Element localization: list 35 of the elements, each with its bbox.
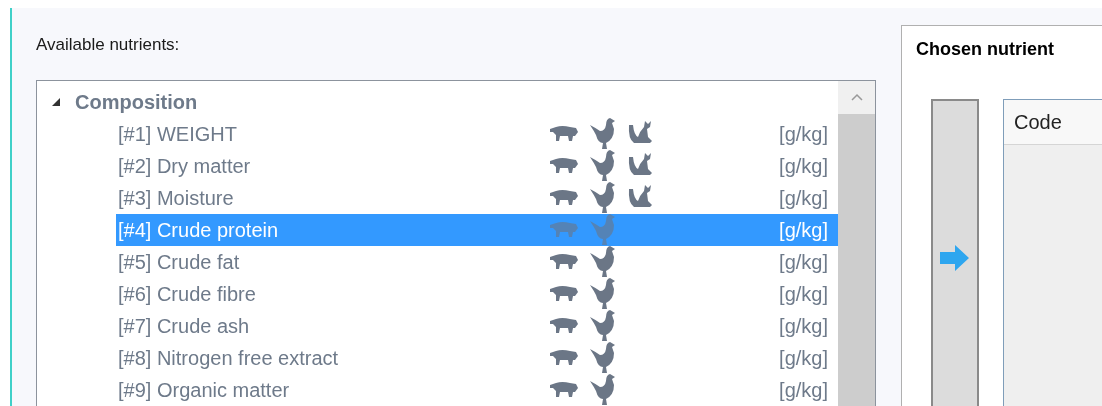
nutrient-row[interactable]: [#7] Crude ash [g/kg] xyxy=(116,309,838,342)
unit-label: [g/kg] xyxy=(779,185,828,211)
unit-label: [g/kg] xyxy=(779,121,828,147)
nutrient-name: [#9] Organic matter xyxy=(118,377,291,403)
nutrient-name: [#1] WEIGHT xyxy=(118,121,238,147)
column-header[interactable]: Code xyxy=(1004,100,1102,145)
unit-label: [g/kg] xyxy=(779,345,828,371)
unit-label: [g/kg] xyxy=(779,313,828,339)
nutrient-name: [#5] Crude fat xyxy=(118,249,241,275)
scroll-up-icon[interactable] xyxy=(850,93,863,101)
nutrient-row[interactable]: [#6] Crude fibre [g/kg] xyxy=(116,277,838,310)
nutrient-name: [#8] Nitrogen free extract xyxy=(118,345,340,371)
unit-label: [g/kg] xyxy=(779,153,828,179)
expand-icon[interactable] xyxy=(51,96,61,107)
nutrient-row[interactable]: [#2] Dry matter [g/kg] xyxy=(116,149,838,182)
add-button[interactable] xyxy=(931,99,979,406)
unit-label: [g/kg] xyxy=(779,281,828,307)
panel-title: Chosen nutrient xyxy=(916,38,1055,61)
nutrient-name: [#4] Crude protein xyxy=(118,217,280,243)
scrollbar[interactable] xyxy=(838,80,875,406)
nutrient-row[interactable]: [#3] Moisture [g/kg] xyxy=(116,181,838,214)
group-label[interactable]: Composition xyxy=(75,86,198,117)
unit-label: [g/kg] xyxy=(779,377,828,403)
nutrient-row[interactable]: [#4] Crude protein [g/kg] xyxy=(116,213,838,246)
nutrient-name: [#7] Crude ash xyxy=(118,313,251,339)
nutrient-row[interactable]: [#9] Organic matter [g/kg] xyxy=(116,373,838,406)
unit-label: [g/kg] xyxy=(779,217,828,243)
section-label: Available nutrients: xyxy=(36,34,180,56)
nutrient-row[interactable]: [#5] Crude fat [g/kg] xyxy=(116,245,838,278)
unit-label: [g/kg] xyxy=(779,249,828,275)
nutrient-name: [#3] Moisture xyxy=(118,185,235,211)
nutrient-row[interactable]: [#1] WEIGHT [g/kg] xyxy=(116,117,838,150)
nutrient-name: [#6] Crude fibre xyxy=(118,281,257,307)
nutrient-row[interactable]: [#8] Nitrogen free extract [g/kg] xyxy=(116,341,838,374)
nutrient-name: [#2] Dry matter xyxy=(118,153,252,179)
